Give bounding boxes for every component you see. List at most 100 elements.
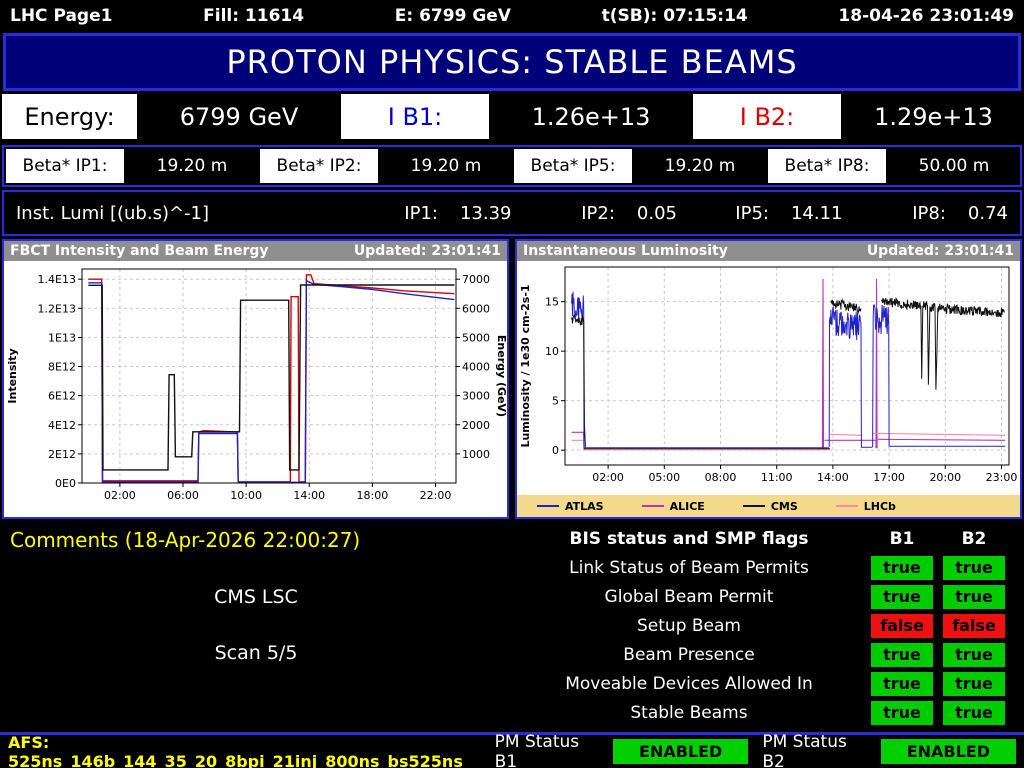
status-badge: true xyxy=(943,556,1005,580)
intensity-b2-label: I B2: xyxy=(693,94,841,139)
lumi-chart-panel: Instantaneous Luminosity Updated: 23:01:… xyxy=(515,239,1022,519)
status-badge: true xyxy=(871,643,933,667)
svg-text:5000: 5000 xyxy=(462,331,490,344)
legend-label: ALICE xyxy=(670,500,705,513)
legend-swatch xyxy=(836,505,858,507)
app-name: LHC Page1 xyxy=(10,6,112,26)
lumi-ip2: IP2: 0.05 xyxy=(512,203,678,224)
fill-number: Fill: 11614 xyxy=(203,6,304,26)
svg-text:Intensity: Intensity xyxy=(6,348,19,403)
svg-text:05:00: 05:00 xyxy=(648,471,680,484)
fbct-chart-body: 02:00 06:00 10:00 14:00 18:00 22:00 0E0 2E12 4E1… xyxy=(4,261,507,517)
svg-text:08:00: 08:00 xyxy=(705,471,737,484)
pm-status-b2-value: ENABLED xyxy=(881,739,1016,764)
svg-text:4E12: 4E12 xyxy=(48,419,76,432)
bis-row-label: Moveable Devices Allowed In xyxy=(512,674,866,694)
status-badge: true xyxy=(871,672,933,696)
legend-swatch xyxy=(537,505,559,507)
bis-row-label: Beam Presence xyxy=(512,645,866,665)
fbct-chart-title: FBCT Intensity and Beam Energy xyxy=(10,243,269,259)
inst-lumi-row: Inst. Lumi [(ub.s)^-1] IP1: 13.39 IP2: 0… xyxy=(2,190,1022,236)
legend-item-alice: ALICE xyxy=(642,500,705,513)
bis-row-label: Stable Beams xyxy=(512,703,866,723)
fbct-chart-header: FBCT Intensity and Beam Energy Updated: … xyxy=(4,241,507,261)
legend-item-atlas: ATLAS xyxy=(537,500,604,513)
comment-line: CMS LSC xyxy=(10,586,502,608)
bis-row-label: Global Beam Permit xyxy=(512,587,866,607)
datetime: 18-04-26 23:01:49 xyxy=(838,6,1014,26)
legend-label: ATLAS xyxy=(565,500,604,513)
beta-ip8-label: Beta* IP8: xyxy=(768,149,886,183)
energy-label: Energy: xyxy=(2,94,137,139)
svg-text:7000: 7000 xyxy=(462,273,490,286)
svg-text:10: 10 xyxy=(545,345,559,358)
svg-text:3000: 3000 xyxy=(462,390,490,403)
fbct-chart-panel: FBCT Intensity and Beam Energy Updated: … xyxy=(2,239,509,519)
lumi-ip1-value: 13.39 xyxy=(460,203,512,224)
svg-text:0E0: 0E0 xyxy=(55,477,76,490)
energy-intensity-row: Energy: 6799 GeV I B1: 1.26e+13 I B2: 1.… xyxy=(0,93,1024,140)
legend-swatch xyxy=(743,505,765,507)
comments-panel: Comments (18-Apr-2026 22:00:27) CMS LSC … xyxy=(0,520,512,731)
svg-text:1E13: 1E13 xyxy=(48,331,76,344)
lumi-ip5-label: IP5: xyxy=(735,203,769,224)
time-in-stable-beams: t(SB): 07:15:14 xyxy=(602,6,748,26)
fbct-chart: 02:00 06:00 10:00 14:00 18:00 22:00 0E0 2E12 4E1… xyxy=(4,261,506,513)
status-badge: true xyxy=(943,701,1005,725)
comment-line: Scan 5/5 xyxy=(10,642,502,664)
bis-col-b2: B2 xyxy=(938,529,1010,549)
svg-text:23:00: 23:00 xyxy=(986,471,1018,484)
bis-row-label: Link Status of Beam Permits xyxy=(512,558,866,578)
legend-label: LHCb xyxy=(864,500,896,513)
svg-text:5: 5 xyxy=(552,395,559,408)
svg-text:15: 15 xyxy=(545,296,559,309)
legend-item-cms: CMS xyxy=(743,500,798,513)
intensity-b2-value: 1.29e+13 xyxy=(843,93,1024,140)
svg-text:2E12: 2E12 xyxy=(48,448,76,461)
svg-text:02:00: 02:00 xyxy=(592,471,624,484)
intensity-b1-value: 1.26e+13 xyxy=(491,93,691,140)
svg-text:2000: 2000 xyxy=(462,419,490,432)
pm-status-b1-value: ENABLED xyxy=(613,739,748,764)
beta-star-row: Beta* IP1: 19.20 m Beta* IP2: 19.20 m Be… xyxy=(2,145,1022,187)
lumi-chart: 02:00 05:00 08:00 11:00 14:00 17:00 20:00 23:00… xyxy=(517,261,1019,491)
svg-text:11:00: 11:00 xyxy=(761,471,793,484)
lumi-legend: ATLAS ALICE CMS LHCb xyxy=(517,495,1020,517)
afs-scheme: AFS: 525ns_146b_144_35_20_8bpi_21inj_800… xyxy=(8,733,495,768)
lumi-ip8-label: IP8: xyxy=(912,203,946,224)
svg-text:20:00: 20:00 xyxy=(929,471,961,484)
bis-row-label: Setup Beam xyxy=(512,616,866,636)
lumi-ip1-label: IP1: xyxy=(404,203,438,224)
lumi-ip2-value: 0.05 xyxy=(637,203,677,224)
svg-text:Energy (GeV): Energy (GeV) xyxy=(495,335,506,417)
beam-mode-title: PROTON PHYSICS: STABLE BEAMS xyxy=(3,33,1021,91)
svg-text:14:00: 14:00 xyxy=(817,471,849,484)
pm-status-group: PM Status B1 ENABLED PM Status B2 ENABLE… xyxy=(495,732,1016,768)
svg-text:06:00: 06:00 xyxy=(167,489,199,502)
beta-ip1-value: 19.20 m xyxy=(126,147,258,185)
status-badge: true xyxy=(871,585,933,609)
lumi-ip8: IP8: 0.74 xyxy=(843,203,1009,224)
bis-col-b1: B1 xyxy=(866,529,938,549)
status-badge: false xyxy=(871,614,933,638)
svg-text:10:00: 10:00 xyxy=(230,489,262,502)
legend-swatch xyxy=(642,505,664,507)
status-badge: true xyxy=(871,701,933,725)
svg-text:02:00: 02:00 xyxy=(104,489,136,502)
svg-text:22:00: 22:00 xyxy=(420,489,452,502)
status-badge: false xyxy=(943,614,1005,638)
lumi-ip5-value: 14.11 xyxy=(791,203,843,224)
lumi-ip2-label: IP2: xyxy=(581,203,615,224)
status-badge: true xyxy=(943,643,1005,667)
beta-ip5-value: 19.20 m xyxy=(634,147,766,185)
comments-title: Comments (18-Apr-2026 22:00:27) xyxy=(10,528,502,552)
top-status-bar: LHC Page1 Fill: 11614 E: 6799 GeV t(SB):… xyxy=(0,0,1024,32)
lumi-ip1: IP1: 13.39 xyxy=(346,203,512,224)
fbct-chart-updated: Updated: 23:01:41 xyxy=(354,243,501,259)
beta-ip8-value: 50.00 m xyxy=(888,147,1020,185)
charts-row: FBCT Intensity and Beam Energy Updated: … xyxy=(2,239,1022,519)
lumi-ip5: IP5: 14.11 xyxy=(677,203,843,224)
beta-ip2-value: 19.20 m xyxy=(380,147,512,185)
bis-title: BIS status and SMP flags xyxy=(512,529,866,549)
lumi-chart-updated: Updated: 23:01:41 xyxy=(867,243,1014,259)
